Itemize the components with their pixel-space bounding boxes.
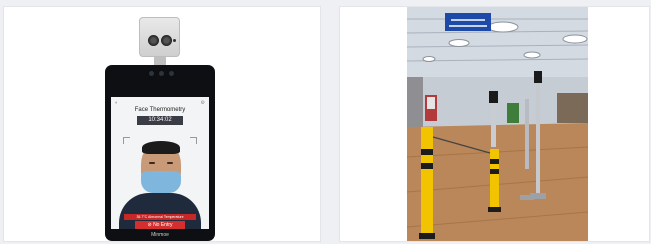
plant (507, 103, 519, 123)
mount-neck (154, 57, 166, 65)
gate-screen (489, 91, 498, 103)
sensor-icon (159, 71, 164, 76)
person-eye (167, 162, 173, 164)
product-card-thermometer[interactable]: ◐ ⚙ Face Thermometry 10:34:02 35.7°C Abn… (3, 6, 321, 242)
device-screen: ◐ ⚙ Face Thermometry 10:34:02 35.7°C Abn… (111, 97, 209, 229)
person-hair (142, 141, 180, 154)
thermometer-device-image: ◐ ⚙ Face Thermometry 10:34:02 35.7°C Abn… (104, 15, 216, 241)
installation-scene (407, 7, 588, 241)
thermal-camera-module (139, 17, 180, 57)
yellow-bollard (419, 127, 435, 239)
boxes (557, 93, 588, 123)
gate-post (491, 99, 496, 147)
installation-photo (407, 7, 588, 241)
stand-pole (525, 99, 529, 169)
sensor-icon (169, 71, 174, 76)
no-entry-badge: ⊘ No Entry (135, 221, 185, 229)
brand-logo: Minmoe (151, 232, 169, 238)
camera-lens-icon (148, 35, 159, 46)
blue-sign (445, 13, 491, 31)
device-body: ◐ ⚙ Face Thermometry 10:34:02 35.7°C Abn… (105, 65, 215, 241)
camera-lens-icon (161, 35, 172, 46)
time-display: 10:34:02 (137, 116, 183, 125)
sensor-dot (173, 39, 176, 42)
ceiling (407, 7, 588, 77)
terminal-screen (534, 71, 542, 83)
settings-icon: ⚙ (200, 100, 205, 106)
sensor-icon (149, 71, 154, 76)
face-mask (141, 171, 181, 193)
status-icon: ◐ (115, 100, 119, 106)
screen-title: Face Thermometry (134, 107, 186, 113)
temperature-warning: 35.7°C Abnormal Temperature (124, 214, 196, 220)
no-entry-label: No Entry (153, 222, 173, 228)
product-card-installation[interactable] (339, 6, 650, 242)
terminal-pole (536, 83, 540, 193)
person-eye (149, 162, 155, 164)
